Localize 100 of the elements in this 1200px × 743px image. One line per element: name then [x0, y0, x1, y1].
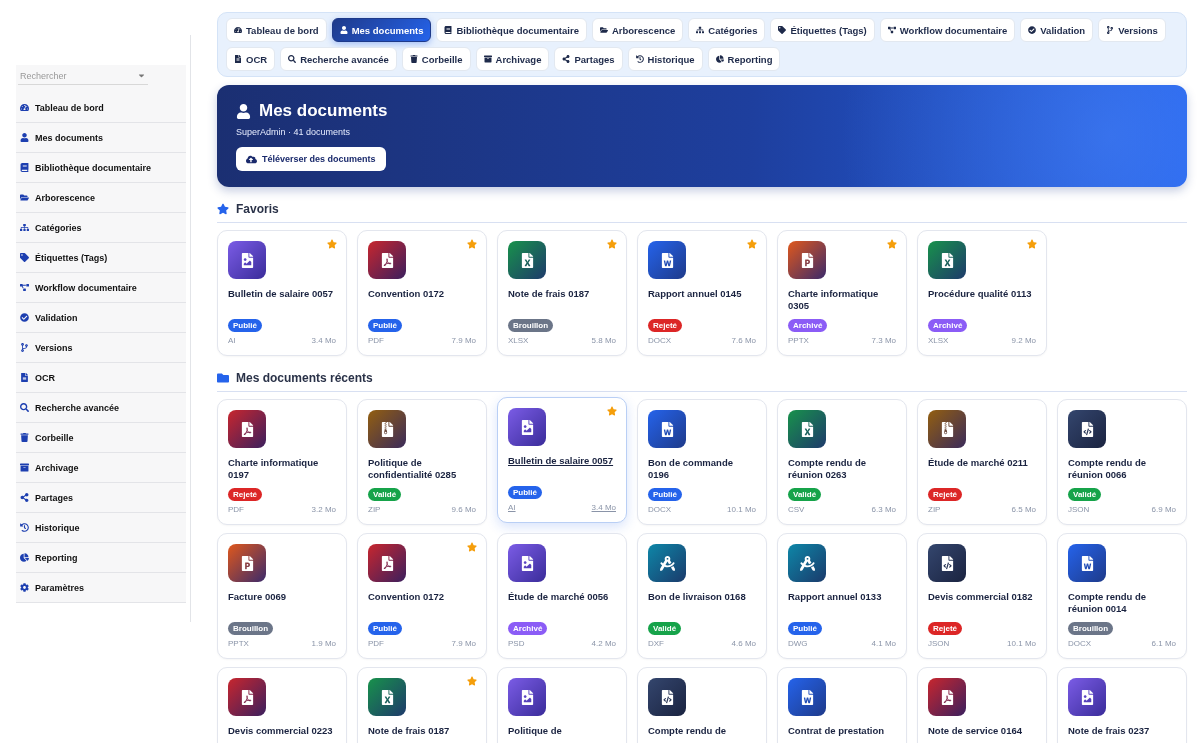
tab[interactable]: Catégories	[688, 18, 766, 42]
file-type: XLSX	[928, 336, 949, 345]
sidebar-item[interactable]: Arborescence	[16, 183, 186, 213]
document-title: Bulletin de salaire 0057	[508, 455, 615, 467]
image-file-icon	[508, 544, 546, 582]
tab[interactable]: Corbeille	[401, 47, 471, 71]
status-badge: Publié	[648, 488, 682, 501]
document-card[interactable]: Convention 0172 Publié PDF 7.9 Mo	[357, 533, 487, 659]
document-card[interactable]: Convention 0172 Publié PDF 7.9 Mo	[357, 230, 487, 356]
document-card[interactable]: Note de frais 0187 Brouillon XLSX 5.8 Mo	[497, 230, 627, 356]
document-title: Étude de marché 0056	[508, 591, 610, 603]
tab[interactable]: Étiquettes (Tags)	[770, 18, 875, 42]
document-card[interactable]: Bulletin de salaire 0057 Publié AI 3.4 Mo	[497, 397, 627, 523]
section-title: Mes documents récents	[236, 371, 373, 385]
sidebar-label: Historique	[35, 522, 80, 533]
file-size: 10.1 Mo	[727, 505, 756, 514]
document-card[interactable]: Note de frais 0237	[1057, 667, 1187, 743]
document-card[interactable]: Devis commercial 0182 Rejeté JSON 10.1 Mo	[917, 533, 1047, 659]
file-type: AI	[228, 336, 236, 345]
document-card[interactable]: Bon de commande 0196 Publié DOCX 10.1 Mo	[637, 399, 767, 525]
tab-icon	[288, 55, 297, 63]
tab[interactable]: Partages	[554, 47, 623, 71]
sidebar-item[interactable]: Recherche avancée	[16, 393, 186, 423]
sidebar-item[interactable]: Tableau de bord	[16, 93, 186, 123]
tab-icon	[696, 26, 705, 34]
document-card[interactable]: Procédure qualité 0113 Archivé XLSX 9.2 Mo	[917, 230, 1047, 356]
document-card[interactable]: Compte rendu de réunion 0066 Validé JSON 6.9 Mo	[1057, 399, 1187, 525]
file-size: 6.3 Mo	[871, 505, 896, 514]
document-card[interactable]: Devis commercial 0223	[217, 667, 347, 743]
document-title: Compte rendu de réunion 0263	[788, 457, 868, 481]
file-type: DOCX	[648, 505, 672, 514]
nav-icon	[20, 313, 29, 322]
tab[interactable]: Arborescence	[591, 18, 684, 42]
sidebar-item[interactable]: Étiquettes (Tags)	[16, 243, 186, 273]
document-card[interactable]: Contrat de prestation	[777, 667, 907, 743]
sidebar-item[interactable]: Corbeille	[16, 423, 186, 453]
document-title: Politique de confidentialité 0285	[368, 457, 458, 481]
sidebar-label: Tableau de bord	[35, 102, 104, 113]
document-title: Compte rendu de réunion 0014	[1068, 591, 1148, 615]
tab[interactable]: Mes documents	[331, 18, 432, 42]
sidebar-item[interactable]: Mes documents	[16, 123, 186, 153]
section-title: Favoris	[236, 202, 279, 216]
sidebar-item[interactable]: Workflow documentaire	[16, 273, 186, 303]
upload-button[interactable]: Téléverser des documents	[236, 147, 386, 171]
document-card[interactable]: Étude de marché 0211 Rejeté ZIP 6.5 Mo	[917, 399, 1047, 525]
document-title: Facture 0069	[228, 591, 288, 603]
tab[interactable]: Archivage	[475, 47, 550, 71]
sidebar-item[interactable]: Archivage	[16, 453, 186, 483]
sidebar-item[interactable]: OCR	[16, 363, 186, 393]
document-card[interactable]: Rapport annuel 0145 Rejeté DOCX 7.6 Mo	[637, 230, 767, 356]
document-card[interactable]: Bulletin de salaire 0057 Publié AI 3.4 Mo	[217, 230, 347, 356]
document-card[interactable]: Étude de marché 0056 Archivé PSD 4.2 Mo	[497, 533, 627, 659]
document-card[interactable]: Charte informatique 0305 Archivé PPTX 7.3 Mo	[777, 230, 907, 356]
file-type: ZIP	[928, 505, 941, 514]
tab[interactable]: Validation	[1020, 18, 1094, 42]
document-card[interactable]: Compte rendu de réunion 0014 Brouillon DOCX 6.1 Mo	[1057, 533, 1187, 659]
document-card[interactable]: Compte rendu de réunion 0263 Validé CSV 6.3 Mo	[777, 399, 907, 525]
document-title: Note de service 0164	[928, 725, 1023, 737]
folder-icon	[217, 372, 229, 384]
sidebar-item[interactable]: Validation	[16, 303, 186, 333]
sidebar-item[interactable]: Reporting	[16, 543, 186, 573]
sidebar-label: Mes documents	[35, 132, 103, 143]
sidebar-item[interactable]: Bibliothèque documentaire	[16, 153, 186, 183]
pdf-file-icon	[228, 678, 266, 716]
star-icon	[217, 203, 229, 215]
tab-icon	[234, 55, 242, 63]
document-card[interactable]: Note de service 0164	[917, 667, 1047, 743]
file-type: CSV	[788, 505, 805, 514]
tab[interactable]: Versions	[1098, 18, 1166, 42]
document-title: Note de frais 0187	[508, 288, 591, 300]
document-card[interactable]: Note de frais 0187	[357, 667, 487, 743]
document-card[interactable]: Compte rendu de	[637, 667, 767, 743]
document-card[interactable]: Politique de	[497, 667, 627, 743]
tab[interactable]: Workflow documentaire	[879, 18, 1016, 42]
status-badge: Publié	[368, 622, 402, 635]
tab[interactable]: OCR	[226, 47, 276, 71]
tab[interactable]: Reporting	[707, 47, 781, 71]
file-size: 3.4 Mo	[591, 503, 616, 512]
sidebar-item[interactable]: Versions	[16, 333, 186, 363]
document-title: Compte rendu de réunion 0066	[1068, 457, 1148, 481]
sidebar-item[interactable]: Catégories	[16, 213, 186, 243]
tab[interactable]: Bibliothèque documentaire	[436, 18, 587, 42]
document-title: Bulletin de salaire 0057	[228, 288, 335, 300]
sidebar-item[interactable]: Historique	[16, 513, 186, 543]
document-title: Compte rendu de	[648, 725, 728, 737]
user-icon	[236, 103, 251, 119]
document-card[interactable]: Rapport annuel 0133 Publié DWG 4.1 Mo	[777, 533, 907, 659]
tab[interactable]: Historique	[627, 47, 703, 71]
status-badge: Rejeté	[228, 488, 262, 501]
tab[interactable]: Recherche avancée	[280, 47, 397, 71]
sidebar-item[interactable]: Partages	[16, 483, 186, 513]
sidebar-item[interactable]: Paramètres	[16, 573, 186, 603]
tab-icon	[444, 26, 453, 34]
tab[interactable]: Tableau de bord	[226, 18, 327, 42]
document-card[interactable]: Bon de livraison 0168 Validé DXF 4.6 Mo	[637, 533, 767, 659]
status-badge: Brouillon	[508, 319, 554, 332]
document-card[interactable]: Politique de confidentialité 0285 Validé ZIP 9.6 Mo	[357, 399, 487, 525]
document-card[interactable]: Charte informatique 0197 Rejeté PDF 3.2 Mo	[217, 399, 347, 525]
document-card[interactable]: Facture 0069 Brouillon PPTX 1.9 Mo	[217, 533, 347, 659]
document-title: Note de frais 0187	[368, 725, 451, 737]
